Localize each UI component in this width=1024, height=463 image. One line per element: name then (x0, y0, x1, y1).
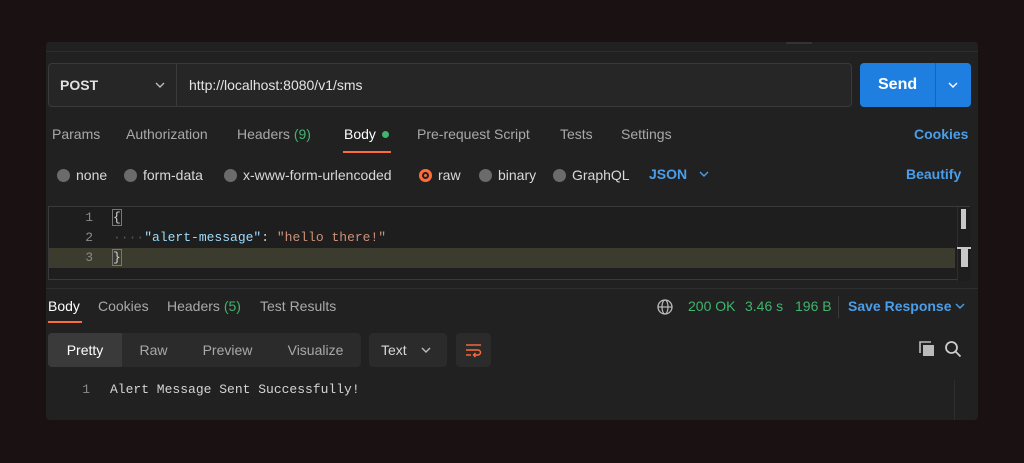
send-label: Send (878, 76, 918, 93)
response-tab-body[interactable]: Body (48, 298, 80, 314)
scrollbar-marker (961, 247, 968, 267)
line-number: 3 (85, 250, 93, 265)
radio-form-data[interactable]: form-data (124, 166, 203, 184)
chevron-down-icon[interactable] (946, 78, 960, 92)
response-size[interactable]: 196 B (795, 298, 832, 314)
response-tab-test-results[interactable]: Test Results (260, 298, 336, 314)
output-line-number: 1 (82, 382, 90, 397)
radio-form-data-label: form-data (143, 167, 203, 183)
output-scrollbar-track[interactable] (954, 380, 955, 420)
response-format-select[interactable]: Text (369, 333, 447, 367)
chevron-down-icon (421, 347, 431, 353)
copy-icon[interactable] (918, 340, 936, 358)
radio-binary[interactable]: binary (479, 166, 536, 184)
tab-params[interactable]: Params (52, 126, 100, 142)
line-code: { (112, 209, 122, 226)
method-select[interactable]: POST (49, 64, 177, 106)
radio-none[interactable]: none (57, 166, 107, 184)
format-select[interactable]: JSON (649, 166, 687, 182)
view-mode-group: Pretty Raw Preview Visualize (48, 333, 361, 367)
json-value: "hello there!" (276, 230, 387, 245)
response-format-label: Text (381, 342, 407, 358)
postman-app: POST http://localhost:8080/v1/sms Send P… (46, 42, 978, 420)
cookies-link[interactable]: Cookies (914, 126, 968, 142)
radio-graphql-label: GraphQL (572, 167, 630, 183)
method-label: POST (60, 77, 99, 93)
tab-authorization[interactable]: Authorization (126, 126, 208, 142)
json-colon: : (261, 230, 277, 245)
line-number: 2 (85, 230, 93, 245)
response-tab-headers[interactable]: Headers (5) (167, 298, 241, 314)
request-body-editor[interactable]: 1 { 2 ····"alert-message": "hello there!… (48, 206, 971, 281)
active-tab-underline (343, 151, 391, 153)
radio-circle-selected (419, 168, 432, 182)
tab-headers-label: Headers (237, 126, 290, 142)
status-code[interactable]: 200 OK (688, 298, 735, 314)
response-divider[interactable] (46, 288, 978, 289)
url-input[interactable]: http://localhost:8080/v1/sms (189, 77, 363, 93)
request-bar: POST http://localhost:8080/v1/sms (48, 63, 852, 107)
radio-circle (479, 168, 492, 182)
send-divider (935, 63, 936, 107)
radio-binary-label: binary (498, 167, 537, 183)
indent-whitespace: ···· (113, 230, 145, 245)
wrap-lines-icon (466, 344, 482, 358)
response-output-text: Alert Message Sent Successfully! (110, 382, 360, 397)
radio-urlencoded-label: x-www-form-urlencoded (243, 167, 392, 183)
editor-line-current: 3 } (49, 248, 955, 268)
active-response-tab-underline (48, 321, 82, 323)
view-raw[interactable]: Raw (122, 333, 185, 367)
response-tab-headers-label: Headers (167, 298, 220, 314)
globe-icon[interactable] (656, 298, 674, 316)
radio-circle (224, 168, 237, 182)
tab-body[interactable]: Body (344, 126, 389, 142)
editor-line: 2 ····"alert-message": "hello there!" (49, 228, 955, 248)
line-code: } (112, 249, 122, 266)
radio-circle (124, 168, 137, 182)
line-number: 1 (85, 210, 93, 225)
tab-prerequest-script[interactable]: Pre-request Script (417, 126, 530, 142)
line-code: ····"alert-message": "hello there!" (113, 230, 386, 245)
response-time[interactable]: 3.46 s (745, 298, 783, 314)
search-icon[interactable] (944, 340, 962, 358)
tab-body-label: Body (344, 126, 376, 142)
beautify-link[interactable]: Beautify (906, 166, 961, 182)
radio-urlencoded[interactable]: x-www-form-urlencoded (224, 166, 392, 184)
chevron-down-icon[interactable] (954, 300, 966, 312)
json-key: "alert-message" (144, 230, 262, 245)
response-tab-cookies[interactable]: Cookies (98, 298, 149, 314)
radio-circle (553, 168, 566, 182)
body-indicator-dot (381, 131, 389, 138)
drag-nub (786, 42, 812, 44)
tab-tests[interactable]: Tests (560, 126, 593, 142)
radio-graphql[interactable]: GraphQL (553, 166, 630, 184)
radio-raw-label: raw (438, 167, 461, 183)
status-separator (838, 296, 839, 318)
chevron-down-icon (155, 82, 165, 88)
scrollbar-thumb[interactable] (961, 209, 966, 229)
tab-settings[interactable]: Settings (621, 126, 672, 142)
view-visualize[interactable]: Visualize (270, 333, 361, 367)
top-strip (46, 42, 978, 52)
view-pretty[interactable]: Pretty (48, 333, 122, 367)
radio-raw[interactable]: raw (419, 166, 461, 184)
editor-line: 1 { (49, 208, 955, 228)
tab-headers[interactable]: Headers (9) (237, 126, 311, 142)
chevron-down-icon[interactable] (698, 168, 710, 180)
response-tab-headers-count: (5) (223, 298, 241, 314)
tab-headers-count: (9) (293, 126, 311, 142)
view-preview[interactable]: Preview (185, 333, 270, 367)
radio-circle (57, 168, 70, 182)
radio-none-label: none (76, 167, 108, 183)
wrap-lines-button[interactable] (456, 333, 491, 367)
save-response-button[interactable]: Save Response (848, 298, 952, 314)
send-button[interactable]: Send (860, 63, 971, 107)
